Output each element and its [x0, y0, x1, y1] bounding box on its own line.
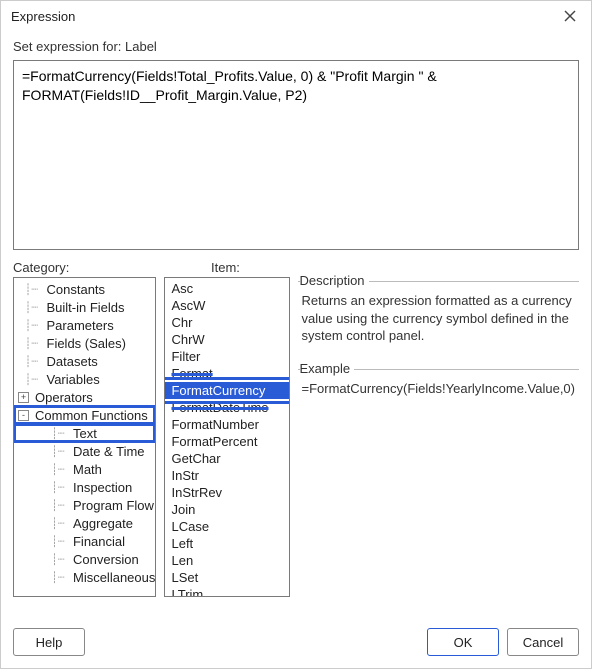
tree-item-parameters[interactable]: ┊┈ Parameters	[14, 316, 155, 334]
expression-input[interactable]	[13, 60, 579, 250]
footer: Help OK Cancel	[1, 618, 591, 668]
example-legend: Example	[300, 361, 355, 376]
item-formatnumber[interactable]: FormatNumber	[165, 416, 288, 433]
item-len[interactable]: Len	[165, 552, 288, 569]
item-getchar[interactable]: GetChar	[165, 450, 288, 467]
description-text: Returns an expression formatted as a cur…	[302, 292, 575, 345]
example-text: =FormatCurrency(Fields!YearlyIncome.Valu…	[302, 380, 575, 398]
set-expression-for-label: Set expression for: Label	[13, 39, 579, 54]
tree-item-label: Parameters	[45, 318, 114, 333]
item-formatdatetime[interactable]: FormatDateTime	[165, 399, 288, 416]
tree-item-label: Built-in Fields	[45, 300, 125, 315]
item-chrw[interactable]: ChrW	[165, 331, 288, 348]
tree-item-label: Text	[71, 426, 97, 441]
tree-item-label: Miscellaneous	[71, 570, 155, 585]
tree-item-label: Datasets	[45, 354, 98, 369]
tree-item-label: Fields (Sales)	[45, 336, 126, 351]
tree-item-variables[interactable]: ┊┈ Variables	[14, 370, 155, 388]
tree-item-aggregate[interactable]: ┊┈ Aggregate	[14, 514, 155, 532]
tree-item-label: Constants	[45, 282, 106, 297]
tree-item-label: Financial	[71, 534, 125, 549]
tree-item-date-time[interactable]: ┊┈ Date & Time	[14, 442, 155, 460]
tree-item-inspection[interactable]: ┊┈ Inspection	[14, 478, 155, 496]
item-ascw[interactable]: AscW	[165, 297, 288, 314]
item-instrrev[interactable]: InStrRev	[165, 484, 288, 501]
item-list[interactable]: AscAscWChrChrWFilterFormatFormatCurrency…	[164, 277, 289, 597]
example-group: Example =FormatCurrency(Fields!YearlyInc…	[298, 369, 579, 402]
tree-item-conversion[interactable]: ┊┈ Conversion	[14, 550, 155, 568]
item-filter[interactable]: Filter	[165, 348, 288, 365]
item-asc[interactable]: Asc	[165, 280, 288, 297]
tree-item-built-in-fields[interactable]: ┊┈ Built-in Fields	[14, 298, 155, 316]
expand-icon[interactable]: +	[18, 392, 29, 403]
window-title: Expression	[11, 9, 75, 24]
tree-item-label: Date & Time	[71, 444, 145, 459]
tree-item-financial[interactable]: ┊┈ Financial	[14, 532, 155, 550]
tree-item-label: Common Functions	[33, 408, 148, 423]
close-button[interactable]	[557, 4, 583, 28]
panel-labels-row: Category: Item:	[13, 260, 579, 275]
titlebar: Expression	[1, 1, 591, 31]
item-instr[interactable]: InStr	[165, 467, 288, 484]
info-panel: Description Returns an expression format…	[298, 277, 579, 597]
item-formatpercent[interactable]: FormatPercent	[165, 433, 288, 450]
item-formatcurrency[interactable]: FormatCurrency	[165, 382, 288, 399]
tree-item-fields-sales-[interactable]: ┊┈ Fields (Sales)	[14, 334, 155, 352]
tree-item-text[interactable]: ┊┈ Text	[14, 424, 155, 442]
tree-item-program-flow[interactable]: ┊┈ Program Flow	[14, 496, 155, 514]
tree-item-label: Math	[71, 462, 102, 477]
item-format[interactable]: Format	[165, 365, 288, 382]
tree-item-constants[interactable]: ┊┈ Constants	[14, 280, 155, 298]
help-button[interactable]: Help	[13, 628, 85, 656]
description-legend: Description	[300, 273, 369, 288]
item-chr[interactable]: Chr	[165, 314, 288, 331]
item-left[interactable]: Left	[165, 535, 288, 552]
cancel-button[interactable]: Cancel	[507, 628, 579, 656]
dialog-content: Set expression for: Label Category: Item…	[1, 31, 591, 618]
ok-button[interactable]: OK	[427, 628, 499, 656]
panels-row: ┊┈ Constants ┊┈ Built-in Fields ┊┈ Param…	[13, 277, 579, 597]
tree-item-common-functions[interactable]: -Common Functions	[14, 406, 155, 424]
tree-item-label: Conversion	[71, 552, 139, 567]
item-ltrim[interactable]: LTrim	[165, 586, 288, 597]
category-tree[interactable]: ┊┈ Constants ┊┈ Built-in Fields ┊┈ Param…	[13, 277, 156, 597]
tree-item-operators[interactable]: + Operators	[14, 388, 155, 406]
description-group: Description Returns an expression format…	[298, 281, 579, 349]
tree-item-label: Operators	[33, 390, 93, 405]
tree-item-datasets[interactable]: ┊┈ Datasets	[14, 352, 155, 370]
tree-item-label: Aggregate	[71, 516, 133, 531]
collapse-icon[interactable]: -	[18, 410, 29, 421]
item-join[interactable]: Join	[165, 501, 288, 518]
item-lcase[interactable]: LCase	[165, 518, 288, 535]
category-label: Category:	[13, 260, 211, 275]
tree-item-label: Inspection	[71, 480, 132, 495]
tree-item-miscellaneous[interactable]: ┊┈ Miscellaneous	[14, 568, 155, 586]
item-lset[interactable]: LSet	[165, 569, 288, 586]
tree-item-label: Variables	[45, 372, 100, 387]
tree-item-label: Program Flow	[71, 498, 154, 513]
close-icon	[564, 10, 576, 22]
tree-item-math[interactable]: ┊┈ Math	[14, 460, 155, 478]
